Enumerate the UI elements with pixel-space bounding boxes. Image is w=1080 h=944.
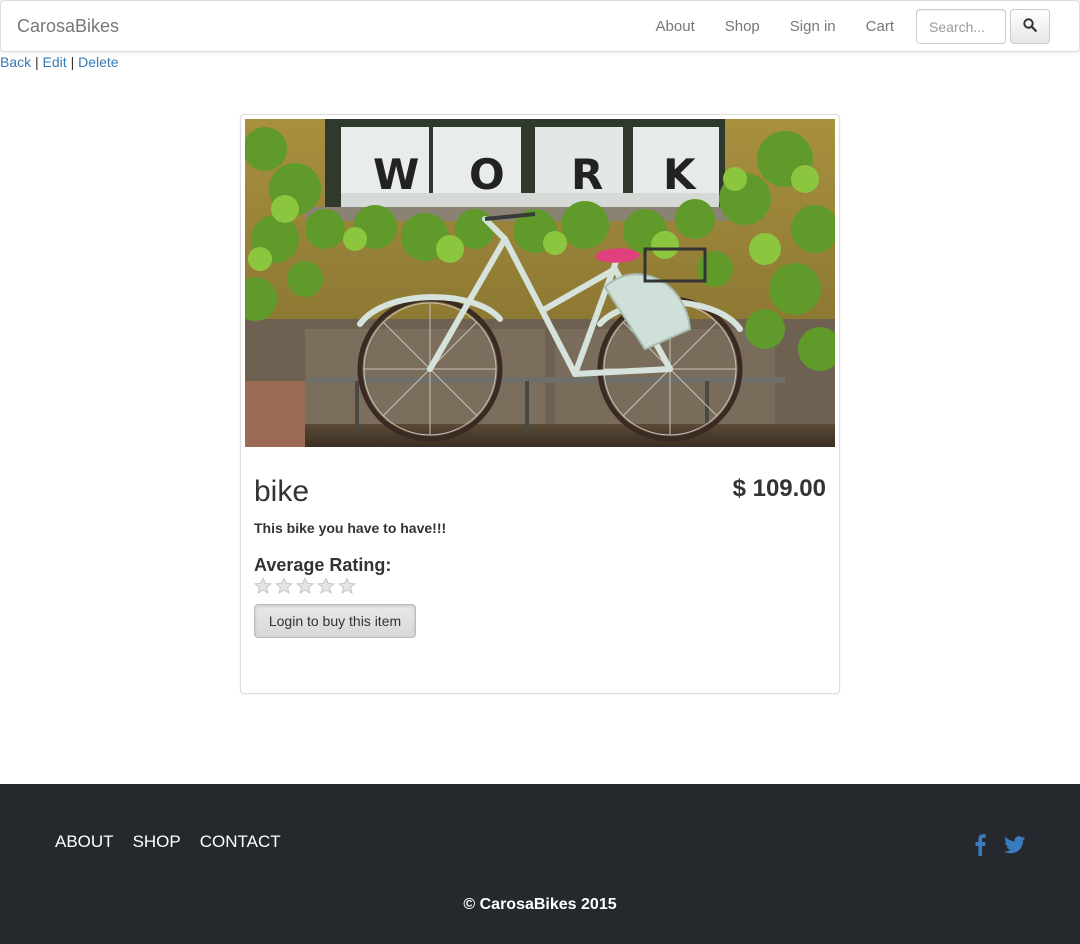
twitter-icon[interactable] (1004, 836, 1026, 857)
footer-link-contact[interactable]: CONTACT (200, 832, 281, 852)
brand-logo[interactable]: CarosaBikes (17, 16, 119, 37)
sign-letter-o: O (469, 150, 505, 199)
facebook-icon[interactable] (974, 834, 986, 859)
record-actions: Back | Edit | Delete (0, 54, 119, 70)
product-price: $ 109.00 (732, 475, 826, 502)
edit-link[interactable]: Edit (43, 54, 67, 70)
star-icon (317, 577, 335, 594)
site-footer: ABOUT SHOP CONTACT © CarosaBikes 2015 (0, 784, 1080, 944)
star-icon (275, 577, 293, 594)
search-input[interactable] (916, 9, 1006, 44)
average-rating-label: Average Rating: (254, 555, 392, 575)
nav-link-shop[interactable]: Shop (725, 18, 760, 35)
search-icon (1023, 18, 1037, 35)
footer-link-shop[interactable]: SHOP (133, 832, 181, 852)
nav-link-sign-in[interactable]: Sign in (790, 18, 836, 35)
product-card: W O R K bike $ 109.00 This bike you have… (240, 114, 840, 694)
separator: | (35, 54, 39, 70)
delete-link[interactable]: Delete (78, 54, 118, 70)
back-link[interactable]: Back (0, 54, 31, 70)
sign-letter-w: W (373, 150, 419, 199)
nav-link-cart[interactable]: Cart (866, 18, 894, 35)
star-rating (254, 577, 356, 595)
star-icon (254, 577, 272, 594)
login-to-buy-button[interactable]: Login to buy this item (254, 604, 416, 638)
star-icon (296, 577, 314, 594)
copyright-text: © CarosaBikes 2015 (463, 896, 617, 913)
footer-nav: ABOUT SHOP CONTACT (55, 832, 281, 852)
top-navbar: CarosaBikes About Shop Sign in Cart (0, 0, 1080, 52)
star-icon (338, 577, 356, 594)
sign-letter-k: K (663, 150, 697, 199)
nav-link-about[interactable]: About (656, 18, 695, 35)
footer-link-about[interactable]: ABOUT (55, 832, 114, 852)
product-description: This bike you have to have!!! (254, 520, 447, 536)
product-image: W O R K (245, 119, 835, 447)
sign-letter-r: R (571, 150, 603, 199)
product-name: bike (254, 475, 310, 508)
nav-links: About Shop Sign in Cart (626, 18, 894, 35)
search-button[interactable] (1010, 9, 1050, 44)
separator: | (70, 54, 75, 70)
social-links (974, 834, 1026, 859)
